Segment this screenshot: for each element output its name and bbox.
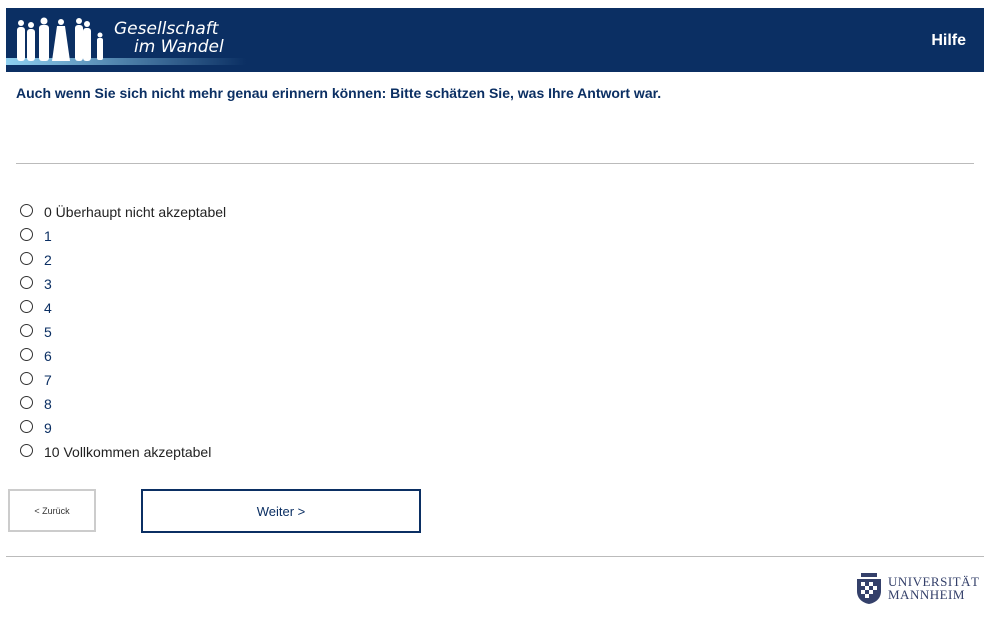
option-label: 6 xyxy=(44,348,52,364)
uni-line-2: MANNHEIM xyxy=(888,587,965,602)
logo-line-1: Gesellschaft xyxy=(114,19,219,39)
gesellschaft-im-wandel-logo: Gesellschaft im Wandel xyxy=(6,8,246,72)
radio-button[interactable] xyxy=(20,227,33,241)
divider xyxy=(16,163,974,164)
radio-button[interactable] xyxy=(20,347,33,361)
option-label: 3 xyxy=(44,276,52,292)
option-9[interactable]: 9 xyxy=(20,416,226,440)
universitaet-mannheim-logo: UNIVERSITÄT MANNHEIM xyxy=(853,571,979,605)
radio-button[interactable] xyxy=(20,419,33,433)
help-link[interactable]: Hilfe xyxy=(931,32,966,50)
header: Gesellschaft im Wandel Hilfe xyxy=(6,8,984,72)
option-label: 1 xyxy=(44,228,52,244)
university-crest-icon xyxy=(857,573,881,604)
option-6[interactable]: 6 xyxy=(20,344,226,368)
next-button[interactable]: Weiter > xyxy=(141,489,421,533)
radio-button[interactable] xyxy=(20,203,33,217)
option-label: 10 Vollkommen akzeptabel xyxy=(44,444,212,460)
option-1[interactable]: 1 xyxy=(20,224,226,248)
option-4[interactable]: 4 xyxy=(20,296,226,320)
option-label: 2 xyxy=(44,252,52,268)
option-8[interactable]: 8 xyxy=(20,392,226,416)
option-label: 4 xyxy=(44,300,52,316)
answer-options: 0 Überhaupt nicht akzeptabel 1 2 3 4 5 6… xyxy=(20,200,226,464)
option-label: 8 xyxy=(44,396,52,412)
option-3[interactable]: 3 xyxy=(20,272,226,296)
radio-button[interactable] xyxy=(20,371,33,385)
radio-button[interactable] xyxy=(20,299,33,313)
option-5[interactable]: 5 xyxy=(20,320,226,344)
option-2[interactable]: 2 xyxy=(20,248,226,272)
option-label: 0 Überhaupt nicht akzeptabel xyxy=(44,204,227,220)
option-label: 9 xyxy=(44,420,52,436)
option-7[interactable]: 7 xyxy=(20,368,226,392)
radio-button[interactable] xyxy=(20,395,33,409)
radio-button[interactable] xyxy=(20,443,33,457)
option-0[interactable]: 0 Überhaupt nicht akzeptabel xyxy=(20,200,226,224)
radio-button[interactable] xyxy=(20,275,33,289)
radio-button[interactable] xyxy=(20,323,33,337)
option-label: 7 xyxy=(44,372,52,388)
question-text: Auch wenn Sie sich nicht mehr genau erin… xyxy=(16,85,662,101)
logo-line-2: im Wandel xyxy=(134,37,224,57)
back-button[interactable]: < Zurück xyxy=(8,489,96,532)
option-label: 5 xyxy=(44,324,52,340)
footer-divider xyxy=(6,556,984,557)
option-10[interactable]: 10 Vollkommen akzeptabel xyxy=(20,440,226,464)
radio-button[interactable] xyxy=(20,251,33,265)
